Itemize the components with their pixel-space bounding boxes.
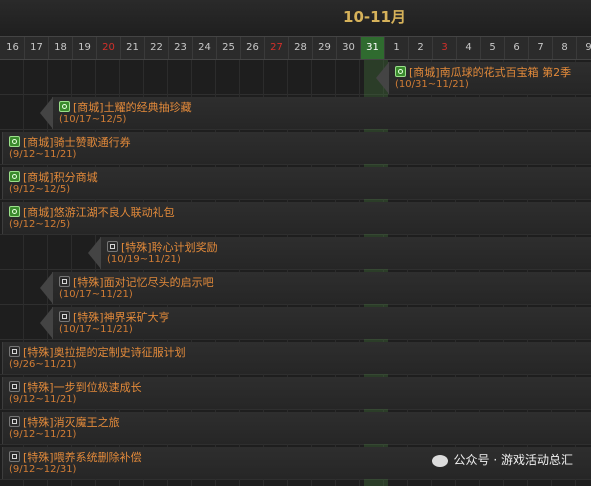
day-cell-16: 16 [1,37,25,59]
event-dates: (10/17~11/21) [59,289,133,300]
start-arrow-icon [88,237,101,269]
day-cell-21: 21 [121,37,145,59]
day-cell-24: 24 [193,37,217,59]
event-title: [商城]骑士赞歌通行券 [23,136,131,149]
shop-icon [9,136,20,147]
event-title: [特殊]消灭魔王之旅 [23,416,120,429]
event-bar[interactable]: [特殊]奥拉提的定制史诗征服计划 (9/26~11/21) [2,342,591,374]
special-icon [59,311,70,322]
event-title: [特殊]奥拉提的定制史诗征服计划 [23,346,186,359]
event-title: [特殊]神界采矿大亨 [73,311,170,324]
day-cell-31: 31 [361,37,385,59]
shop-icon [59,101,70,112]
event-bar[interactable]: [特殊]一步到位极速成长 (9/12~11/21) [2,377,591,409]
day-cell-6: 6 [505,37,529,59]
event-title: [特殊]一步到位极速成长 [23,381,142,394]
day-cell-9: 9 [577,37,591,59]
watermark-text: 公众号 · 游戏活动总汇 [453,453,573,467]
day-cell-18: 18 [49,37,73,59]
shop-icon [9,171,20,182]
special-icon [107,241,118,252]
day-cell-3: 3 [433,37,457,59]
event-dates: (9/26~11/21) [9,359,77,370]
day-cell-1: 1 [385,37,409,59]
day-cell-5: 5 [481,37,505,59]
event-dates: (10/31~11/21) [395,79,469,90]
day-cell-23: 23 [169,37,193,59]
start-arrow-icon [40,97,53,129]
event-title: [商城]土耀的经典抽珍藏 [73,101,192,114]
day-cell-4: 4 [457,37,481,59]
event-bar[interactable]: [商城]土耀的经典抽珍藏 (10/17~12/5) [40,97,591,129]
day-cell-27: 27 [265,37,289,59]
event-dates: (9/12~11/21) [9,429,77,440]
calendar-header: 10-11月 [0,0,591,36]
day-cell-7: 7 [529,37,553,59]
day-cell-19: 19 [73,37,97,59]
shop-icon [395,66,406,77]
event-title: [特殊]面对记忆尽头的启示吧 [73,276,214,289]
special-icon [9,346,20,357]
event-title: [商城]南瓜球的花式百宝箱 第2季 [409,66,572,79]
event-bar[interactable]: [特殊]神界采矿大亨 (10/17~11/21) [40,307,591,339]
day-cell-2: 2 [409,37,433,59]
shop-icon [9,206,20,217]
special-icon [9,416,20,427]
special-icon [59,276,70,287]
wechat-icon [431,454,448,467]
event-title: [特殊]聆心计划奖励 [121,241,218,254]
start-arrow-icon [376,62,389,94]
day-cell-8: 8 [553,37,577,59]
event-dates: (9/12~11/21) [9,149,77,160]
event-bar[interactable]: [特殊]消灭魔王之旅 (9/12~11/21) [2,412,591,444]
start-arrow-icon [40,272,53,304]
day-cell-29: 29 [313,37,337,59]
event-dates: (10/17~12/5) [59,114,127,125]
day-row: 16 17 18 19 20 21 22 23 24 25 26 27 28 29 30 31 1 2 3 4 5 6 7 8… [0,36,591,60]
special-icon [9,381,20,392]
day-cell-26: 26 [241,37,265,59]
event-title: [商城]悠游江湖不良人联动礼包 [23,206,175,219]
month-label: 10-11月 [343,8,406,26]
day-cell-25: 25 [217,37,241,59]
day-cell-30: 30 [337,37,361,59]
event-dates: (10/19~11/21) [107,254,181,265]
event-bar[interactable]: [特殊]面对记忆尽头的启示吧 (10/17~11/21) [40,272,591,304]
start-arrow-icon [40,307,53,339]
event-dates: (9/12~12/31) [9,464,77,475]
event-dates: (9/12~12/5) [9,184,71,195]
event-bar[interactable]: [商城]悠游江湖不良人联动礼包 (9/12~12/5) [2,202,591,234]
special-icon [9,451,20,462]
event-bar[interactable]: [特殊]聆心计划奖励 (10/19~11/21) [88,237,591,269]
event-bar[interactable]: [商城]骑士赞歌通行券 (9/12~11/21) [2,132,591,164]
day-cell-20: 20 [97,37,121,59]
event-bar[interactable]: [商城]南瓜球的花式百宝箱 第2季 (10/31~11/21) [376,62,591,94]
event-dates: (9/12~12/5) [9,219,71,230]
watermark: 公众号 · 游戏活动总汇 [431,451,573,468]
event-dates: (9/12~11/21) [9,394,77,405]
day-cell-28: 28 [289,37,313,59]
day-cell-22: 22 [145,37,169,59]
event-bar[interactable]: [商城]积分商城 (9/12~12/5) [2,167,591,199]
event-title: [商城]积分商城 [23,171,98,184]
day-cell-17: 17 [25,37,49,59]
event-title: [特殊]喂养系统删除补偿 [23,451,142,464]
event-dates: (10/17~11/21) [59,324,133,335]
